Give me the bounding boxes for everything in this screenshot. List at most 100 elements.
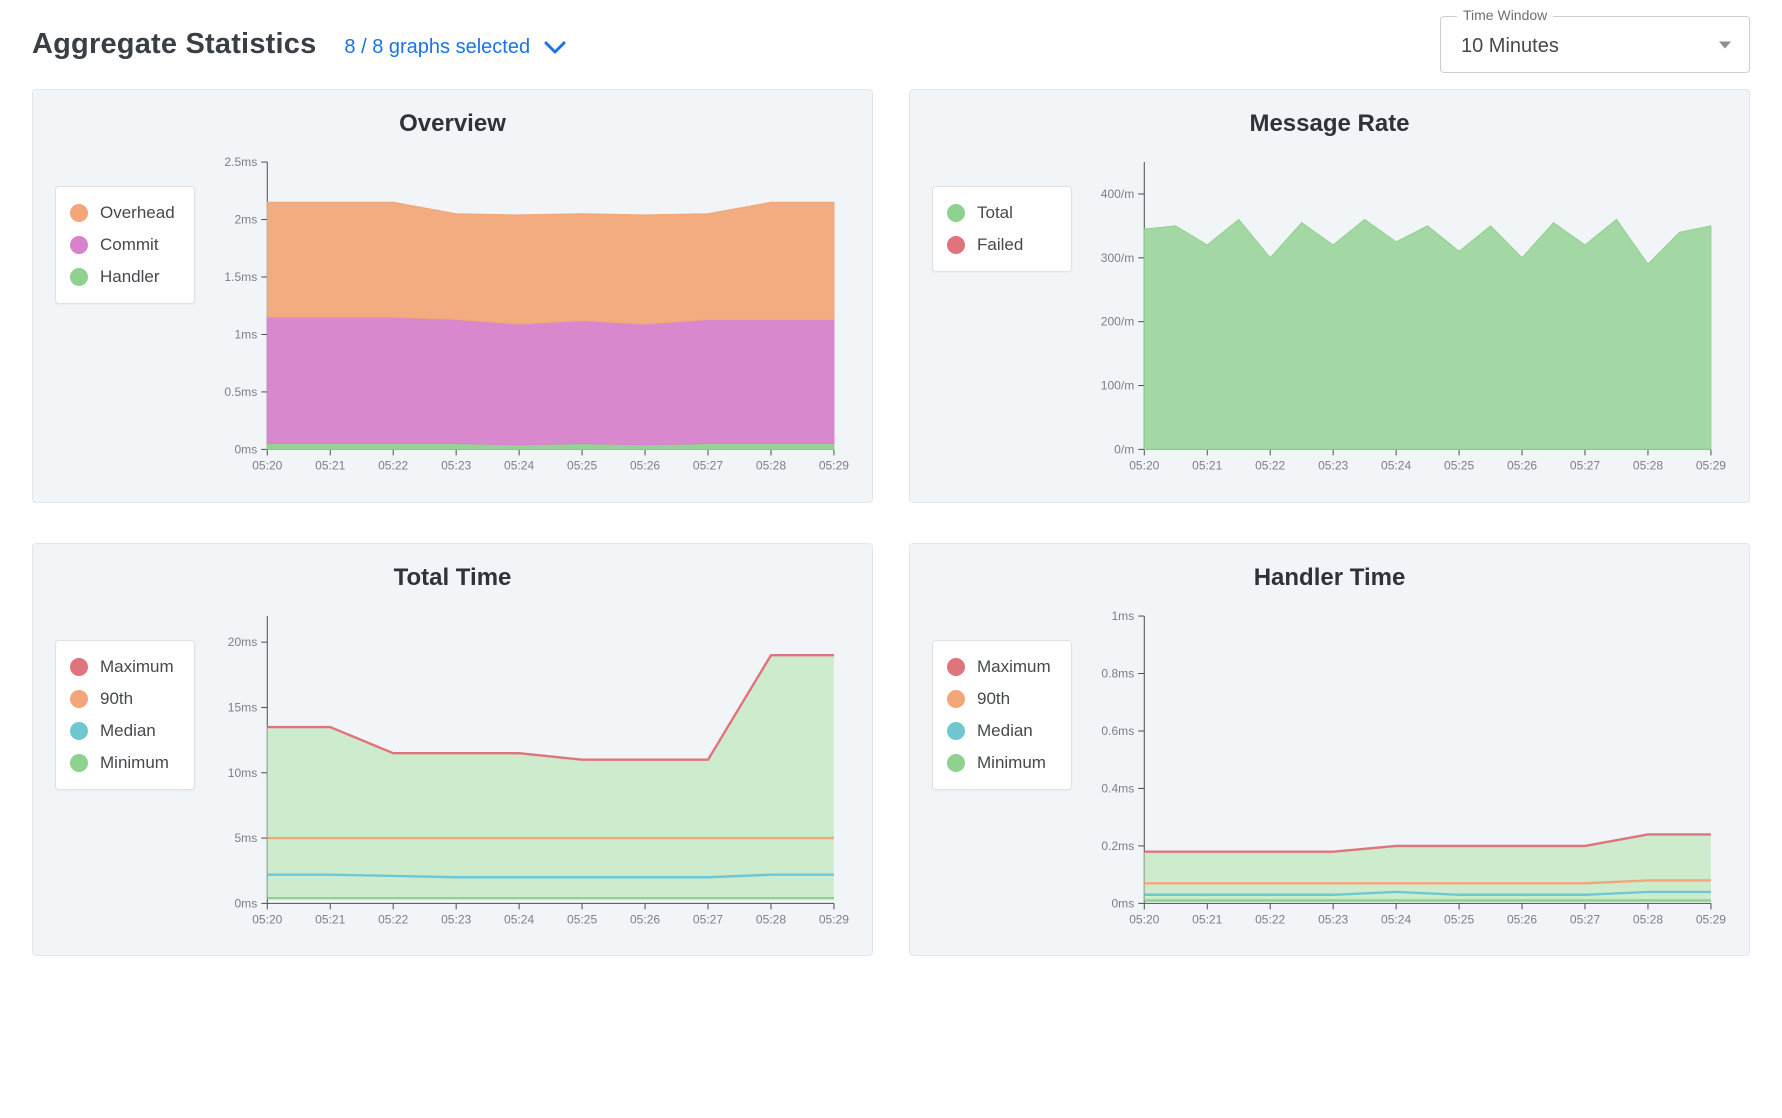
graphs-selected-dropdown[interactable]: 8 / 8 graphs selected — [344, 36, 566, 59]
legend-swatch — [70, 754, 88, 772]
legend-item[interactable]: Median — [68, 715, 182, 747]
svg-text:10ms: 10ms — [228, 765, 257, 779]
legend-item[interactable]: 90th — [945, 683, 1059, 715]
svg-text:0ms: 0ms — [234, 896, 257, 910]
legend-label: Total — [977, 203, 1013, 223]
chart-message-rate[interactable]: 0/m100/m200/m300/m400/m05:2005:2105:2205… — [1084, 152, 1727, 484]
legend-item[interactable]: Maximum — [68, 651, 182, 683]
svg-text:05:22: 05:22 — [1255, 458, 1285, 472]
svg-text:0.4ms: 0.4ms — [1101, 781, 1134, 795]
svg-text:05:26: 05:26 — [1507, 458, 1537, 472]
legend-swatch — [947, 204, 965, 222]
svg-text:05:23: 05:23 — [1318, 912, 1348, 926]
svg-text:05:28: 05:28 — [1633, 458, 1663, 472]
svg-text:05:28: 05:28 — [1633, 912, 1663, 926]
svg-text:05:29: 05:29 — [819, 912, 849, 926]
legend-message-rate: Total Failed — [932, 186, 1072, 272]
svg-text:05:23: 05:23 — [441, 912, 471, 926]
legend-swatch — [70, 722, 88, 740]
legend-label: Minimum — [977, 753, 1046, 773]
legend-item[interactable]: Median — [945, 715, 1059, 747]
svg-text:05:24: 05:24 — [504, 912, 534, 926]
svg-text:15ms: 15ms — [228, 700, 257, 714]
svg-text:05:29: 05:29 — [819, 458, 849, 472]
legend-swatch — [947, 690, 965, 708]
svg-text:05:20: 05:20 — [1129, 458, 1159, 472]
legend-label: 90th — [100, 689, 133, 709]
legend-item[interactable]: 90th — [68, 683, 182, 715]
svg-text:0ms: 0ms — [234, 442, 257, 456]
time-window-label: Time Window — [1457, 7, 1553, 23]
svg-text:5ms: 5ms — [234, 831, 257, 845]
panel-title: Overview — [55, 110, 850, 138]
legend-label: Overhead — [100, 203, 175, 223]
svg-text:05:27: 05:27 — [693, 458, 723, 472]
legend-label: Handler — [100, 267, 160, 287]
svg-text:2ms: 2ms — [234, 213, 257, 227]
chart-overview[interactable]: 0ms0.5ms1ms1.5ms2ms2.5ms05:2005:2105:220… — [207, 152, 850, 484]
svg-text:0.6ms: 0.6ms — [1101, 724, 1134, 738]
svg-text:05:25: 05:25 — [567, 458, 597, 472]
svg-text:0.2ms: 0.2ms — [1101, 838, 1134, 852]
svg-text:20ms: 20ms — [228, 635, 257, 649]
legend-item[interactable]: Commit — [68, 229, 182, 261]
legend-swatch — [70, 690, 88, 708]
legend-item[interactable]: Overhead — [68, 197, 182, 229]
svg-text:05:27: 05:27 — [693, 912, 723, 926]
time-window-select[interactable]: Time Window 10 Minutes — [1440, 16, 1750, 73]
legend-swatch — [70, 204, 88, 222]
svg-text:05:20: 05:20 — [252, 912, 282, 926]
legend-item[interactable]: Failed — [945, 229, 1059, 261]
svg-text:1.5ms: 1.5ms — [224, 270, 257, 284]
svg-text:05:29: 05:29 — [1696, 458, 1726, 472]
svg-text:05:22: 05:22 — [1255, 912, 1285, 926]
panel-handler-time: Handler Time Maximum 90th Median Minimum 0m… — [909, 543, 1750, 957]
svg-text:05:28: 05:28 — [756, 912, 786, 926]
svg-text:05:27: 05:27 — [1570, 458, 1600, 472]
legend-swatch — [70, 658, 88, 676]
legend-label: 90th — [977, 689, 1010, 709]
svg-text:200/m: 200/m — [1101, 315, 1134, 329]
legend-item[interactable]: Total — [945, 197, 1059, 229]
svg-text:0.8ms: 0.8ms — [1101, 666, 1134, 680]
svg-text:0ms: 0ms — [1111, 896, 1134, 910]
legend-item[interactable]: Minimum — [68, 747, 182, 779]
svg-text:05:24: 05:24 — [1381, 912, 1411, 926]
header-row: Aggregate Statistics 8 / 8 graphs select… — [32, 16, 1750, 73]
graphs-selected-text: 8 / 8 graphs selected — [344, 36, 530, 59]
svg-text:400/m: 400/m — [1101, 187, 1134, 201]
legend-item[interactable]: Maximum — [945, 651, 1059, 683]
svg-text:05:25: 05:25 — [1444, 912, 1474, 926]
legend-item[interactable]: Minimum — [945, 747, 1059, 779]
dropdown-caret-icon — [1719, 41, 1731, 48]
legend-item[interactable]: Handler — [68, 261, 182, 293]
panel-overview: Overview Overhead Commit Handler 0ms 0.5ms 1… — [32, 89, 873, 503]
svg-text:05:21: 05:21 — [315, 912, 345, 926]
legend-swatch — [947, 722, 965, 740]
legend-swatch — [70, 268, 88, 286]
svg-text:0/m: 0/m — [1114, 442, 1134, 456]
panel-message-rate: Message Rate TotalFailed 0/m100/m200/m30… — [909, 89, 1750, 503]
panel-title: Message Rate — [932, 110, 1727, 138]
svg-text:05:23: 05:23 — [441, 458, 471, 472]
legend-label: Maximum — [977, 657, 1051, 677]
svg-text:05:22: 05:22 — [378, 458, 408, 472]
legend-swatch — [947, 754, 965, 772]
svg-text:05:26: 05:26 — [630, 912, 660, 926]
svg-text:05:25: 05:25 — [1444, 458, 1474, 472]
legend-label: Minimum — [100, 753, 169, 773]
svg-text:1ms: 1ms — [234, 327, 257, 341]
legend-label: Median — [977, 721, 1033, 741]
svg-text:05:25: 05:25 — [567, 912, 597, 926]
legend-total-time: Maximum 90th Median Minimum — [55, 640, 195, 790]
chart-handler-time[interactable]: 0ms0.2ms0.4ms0.6ms0.8ms1ms05:2005:2105:2… — [1084, 606, 1727, 938]
legend-label: Maximum — [100, 657, 174, 677]
panel-title: Handler Time — [932, 564, 1727, 592]
svg-text:05:24: 05:24 — [504, 458, 534, 472]
svg-text:300/m: 300/m — [1101, 251, 1134, 265]
svg-text:05:24: 05:24 — [1381, 458, 1411, 472]
legend-label: Commit — [100, 235, 159, 255]
chart-total-time[interactable]: 0ms5ms10ms15ms20ms05:2005:2105:2205:2305… — [207, 606, 850, 938]
svg-text:0.5ms: 0.5ms — [224, 385, 257, 399]
legend-overview: Overhead Commit Handler — [55, 186, 195, 304]
